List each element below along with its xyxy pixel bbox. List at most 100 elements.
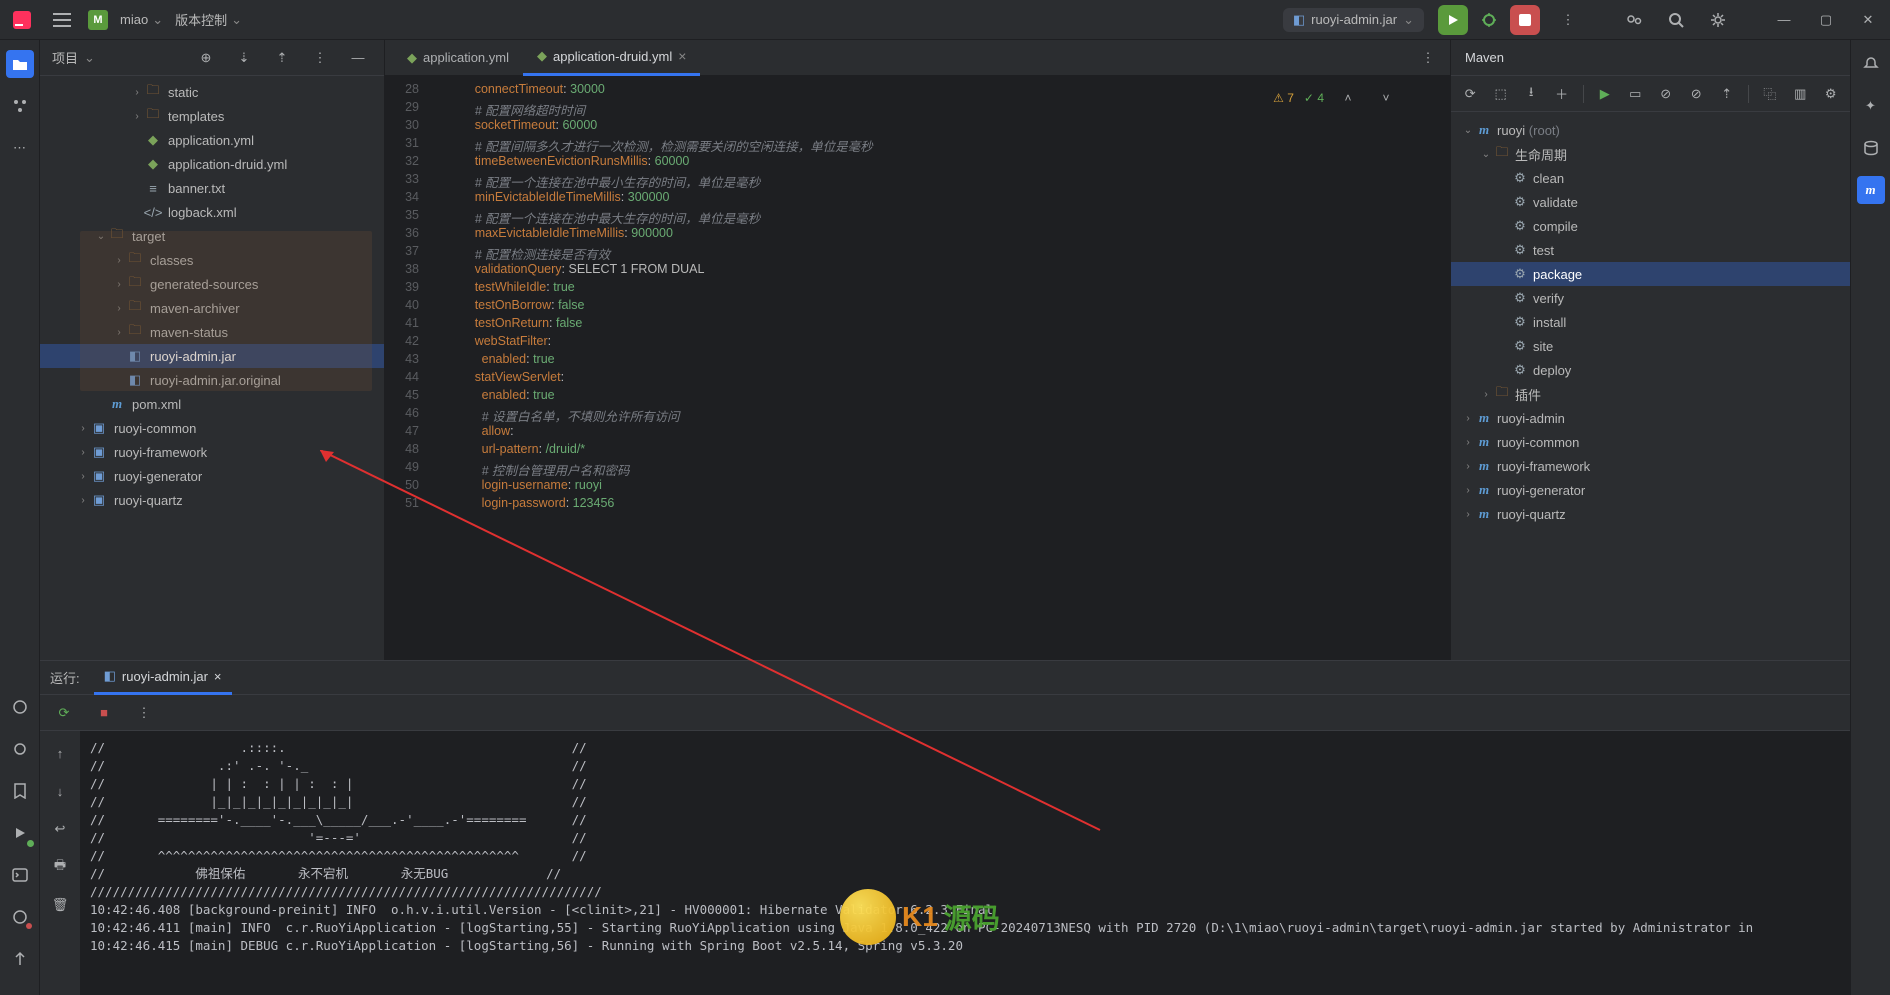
maven-item-validate[interactable]: ⚙validate [1451, 190, 1850, 214]
run-tool-icon[interactable] [6, 819, 34, 847]
console-output[interactable]: // .::::. // // .:' .-. '-._ // // | | :… [80, 731, 1850, 995]
warnings-badge[interactable]: ⚠ 7 [1273, 91, 1294, 105]
locate-icon[interactable]: ⊕ [192, 44, 220, 72]
maven-graph-icon[interactable]: ⿻ [1761, 80, 1779, 108]
tree-item-generated-sources[interactable]: ›🗀generated-sources [40, 272, 384, 296]
maven-settings-icon[interactable]: ⚙ [1821, 80, 1839, 108]
code-with-me-icon[interactable] [1620, 6, 1648, 34]
tree-item-application-druid-yml[interactable]: ◆application-druid.yml [40, 152, 384, 176]
maximize-icon[interactable]: ▢ [1812, 6, 1840, 34]
run-more-icon[interactable]: ⋮ [130, 699, 158, 727]
maven-exec-icon[interactable]: ▭ [1626, 80, 1644, 108]
project-selector[interactable]: miao⌄ [120, 12, 163, 28]
tree-item-maven-archiver[interactable]: ›🗀maven-archiver [40, 296, 384, 320]
maven-item-ruoyi-framework[interactable]: ›mruoyi-framework [1451, 454, 1850, 478]
search-icon[interactable] [1662, 6, 1690, 34]
panel-more-icon[interactable]: ⋮ [306, 44, 334, 72]
maven-offline-icon[interactable]: ⊘ [1687, 80, 1705, 108]
terminal-tool-icon[interactable] [6, 861, 34, 889]
maven-item-ruoyi[interactable]: ⌄mruoyi (root) [1451, 118, 1850, 142]
expand-icon[interactable]: ⇣ [230, 44, 258, 72]
maven-collapse-icon[interactable]: ⇡ [1717, 80, 1735, 108]
maven-run-icon[interactable]: ▶ [1596, 80, 1614, 108]
maven-item-site[interactable]: ⚙site [1451, 334, 1850, 358]
more-icon[interactable]: ⋮ [1554, 6, 1582, 34]
hamburger-icon[interactable] [48, 6, 76, 34]
maven-item-ruoyi-quartz[interactable]: ›mruoyi-quartz [1451, 502, 1850, 526]
maven-item-compile[interactable]: ⚙compile [1451, 214, 1850, 238]
maven-item--[interactable]: ›🗀插件 [1451, 382, 1850, 406]
rerun-icon[interactable]: ⟳ [50, 699, 78, 727]
maven-profiles-icon[interactable]: ▥ [1791, 80, 1809, 108]
maven-item-test[interactable]: ⚙test [1451, 238, 1850, 262]
maven-item-clean[interactable]: ⚙clean [1451, 166, 1850, 190]
stop-run-icon[interactable]: ■ [90, 699, 118, 727]
tree-item-templates[interactable]: ›🗀templates [40, 104, 384, 128]
checks-badge[interactable]: ✓ 4 [1304, 91, 1324, 105]
minimize-icon[interactable]: — [1770, 6, 1798, 34]
tree-item-ruoyi-quartz[interactable]: ›▣ruoyi-quartz [40, 488, 384, 512]
tree-item-banner-txt[interactable]: ≡banner.txt [40, 176, 384, 200]
tree-item-ruoyi-framework[interactable]: ›▣ruoyi-framework [40, 440, 384, 464]
run-tab[interactable]: ◧ ruoyi-admin.jar × [94, 661, 232, 695]
git-tool-icon[interactable] [6, 945, 34, 973]
chevron-down-icon[interactable]: ⌄ [84, 50, 95, 66]
bookmarks-icon[interactable] [6, 777, 34, 805]
maven-item-ruoyi-generator[interactable]: ›mruoyi-generator [1451, 478, 1850, 502]
close-window-icon[interactable]: ✕ [1854, 6, 1882, 34]
maven-item--[interactable]: ⌄🗀生命周期 [1451, 142, 1850, 166]
maven-skip-tests-icon[interactable]: ⊘ [1656, 80, 1674, 108]
notifications-icon[interactable] [1857, 50, 1885, 78]
clear-icon[interactable]: 🗑 [46, 891, 74, 919]
maven-item-install[interactable]: ⚙install [1451, 310, 1850, 334]
tree-item-ruoyi-common[interactable]: ›▣ruoyi-common [40, 416, 384, 440]
ai-icon[interactable]: ✦ [1857, 92, 1885, 120]
maven-tool-icon[interactable]: m [1857, 176, 1885, 204]
structure-tool-icon[interactable] [6, 92, 34, 120]
scroll-down-icon[interactable]: ↓ [46, 777, 74, 805]
maven-item-verify[interactable]: ⚙verify [1451, 286, 1850, 310]
maven-item-ruoyi-admin[interactable]: ›mruoyi-admin [1451, 406, 1850, 430]
maven-download-icon[interactable]: ⭳ [1522, 80, 1540, 108]
scroll-up-icon[interactable]: ↑ [46, 739, 74, 767]
database-icon[interactable] [1857, 134, 1885, 162]
print-icon[interactable]: 🖶 [46, 853, 74, 881]
debug-button[interactable] [1474, 5, 1504, 35]
tree-item-static[interactable]: ›🗀static [40, 80, 384, 104]
close-icon[interactable]: × [678, 48, 686, 64]
tree-item-classes[interactable]: ›🗀classes [40, 248, 384, 272]
problems-tool-icon[interactable] [6, 903, 34, 931]
close-icon[interactable]: × [214, 669, 222, 684]
collapse-icon[interactable]: ⇡ [268, 44, 296, 72]
tree-item-maven-status[interactable]: ›🗀maven-status [40, 320, 384, 344]
project-tool-icon[interactable] [6, 50, 34, 78]
tabs-more-icon[interactable]: ⋮ [1414, 44, 1442, 72]
next-highlight-icon[interactable]: ˅ [1372, 84, 1400, 112]
tree-item-application-yml[interactable]: ◆application.yml [40, 128, 384, 152]
maven-add-icon[interactable]: ＋ [1552, 80, 1570, 108]
run-configuration[interactable]: ◧ ruoyi-admin.jar ⌄ [1283, 8, 1424, 32]
settings-icon[interactable] [1704, 6, 1732, 34]
more-tools-icon[interactable]: ⋯ [6, 134, 34, 162]
vcs-dropdown[interactable]: 版本控制⌄ [175, 10, 242, 29]
tree-item-ruoyi-admin-jar-original[interactable]: ◧ruoyi-admin.jar.original [40, 368, 384, 392]
maven-generate-icon[interactable]: ⬚ [1491, 80, 1509, 108]
run-button[interactable] [1438, 5, 1468, 35]
tree-item-ruoyi-admin-jar[interactable]: ◧ruoyi-admin.jar [40, 344, 384, 368]
services-icon[interactable] [6, 693, 34, 721]
maven-item-deploy[interactable]: ⚙deploy [1451, 358, 1850, 382]
soft-wrap-icon[interactable]: ↩ [46, 815, 74, 843]
maven-item-package[interactable]: ⚙package [1451, 262, 1850, 286]
editor-tab[interactable]: ◆application.yml [393, 40, 523, 76]
tree-item-logback-xml[interactable]: </>logback.xml [40, 200, 384, 224]
maven-refresh-icon[interactable]: ⟳ [1461, 80, 1479, 108]
jetbrains-icon[interactable] [8, 6, 36, 34]
tree-item-pom-xml[interactable]: mpom.xml [40, 392, 384, 416]
tree-item-ruoyi-generator[interactable]: ›▣ruoyi-generator [40, 464, 384, 488]
editor-tab[interactable]: ◆application-druid.yml× [523, 40, 700, 76]
debug-tool-icon[interactable] [6, 735, 34, 763]
stop-button[interactable] [1510, 5, 1540, 35]
tree-item-target[interactable]: ⌄🗀target [40, 224, 384, 248]
prev-highlight-icon[interactable]: ˄ [1334, 84, 1362, 112]
hide-panel-icon[interactable]: — [344, 44, 372, 72]
